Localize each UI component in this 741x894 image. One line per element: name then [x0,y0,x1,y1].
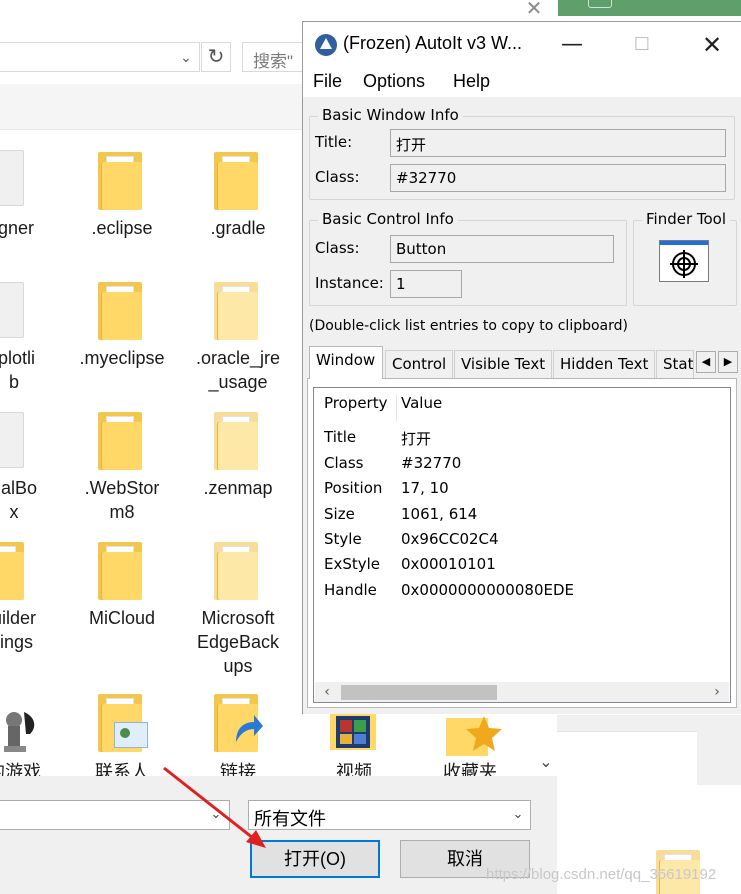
menu-options[interactable]: Options [363,71,425,92]
control-class-label: Class: [315,239,360,257]
title-bar[interactable]: (Frozen) AutoIt v3 W... — ☐ ✕ [303,22,741,69]
scroll-right-icon[interactable]: › [707,682,727,702]
value-cell[interactable]: 打开 [401,428,431,449]
autoit-window-info: (Frozen) AutoIt v3 W... — ☐ ✕ File Optio… [302,21,741,714]
column-header-property[interactable]: Property [324,394,387,412]
instance-label: Instance: [315,274,384,292]
tab-window[interactable]: Window [309,346,383,379]
autoit-app-icon [315,34,337,56]
column-separator[interactable] [396,394,397,422]
finder-tool-crosshair[interactable] [659,240,709,282]
control-class-field[interactable]: Button [390,235,614,263]
clipboard-hint: (Double-click list entries to copy to cl… [309,318,628,334]
window-title: (Frozen) AutoIt v3 W... [343,33,523,53]
property-cell[interactable]: Size [324,505,355,523]
group-legend: Finder Tool [642,210,731,228]
crosshair-icon [670,250,698,278]
value-cell[interactable]: 0x0000000000080EDE [401,581,574,599]
tab-hidden-text[interactable]: Hidden Text [553,350,655,378]
group-legend: Basic Control Info [318,210,458,228]
title-label: Title: [315,133,353,151]
property-cell[interactable]: ExStyle [324,555,380,573]
menu-file[interactable]: File [313,71,342,92]
window-title-field[interactable]: 打开 [390,129,726,157]
window-class-field[interactable]: #32770 [390,164,726,192]
value-cell[interactable]: 0x96CC02C4 [401,530,499,548]
tab-visible-text[interactable]: Visible Text [454,350,552,378]
property-cell[interactable]: Handle [324,581,377,599]
class-label: Class: [315,168,360,186]
maximize-icon[interactable]: ☐ [622,30,662,60]
menu-bar: File Options Help [303,69,741,97]
property-cell[interactable]: Position [324,479,382,497]
group-legend: Basic Window Info [318,106,463,124]
scroll-left-icon[interactable]: ‹ [317,682,337,702]
horizontal-scrollbar[interactable]: ‹ › [315,682,729,702]
tab-scroll-right-icon[interactable]: ▶ [718,351,738,373]
menu-help[interactable]: Help [453,71,490,92]
property-cell[interactable]: Style [324,530,362,548]
property-cell[interactable]: Class [324,454,363,472]
tab-control[interactable]: Control [385,350,453,378]
tab-status[interactable]: Stat [656,350,694,378]
basic-control-info-group: Basic Control Info [309,210,627,306]
minimize-icon[interactable]: — [552,30,592,60]
value-cell[interactable]: 0x00010101 [401,555,496,573]
value-cell[interactable]: 17, 10 [401,479,449,497]
column-header-value[interactable]: Value [401,394,442,412]
value-cell[interactable]: #32770 [401,454,461,472]
tab-panel-window: Property Value Title 打开 Class #32770 Pos… [307,378,737,708]
property-cell[interactable]: Title [324,428,356,446]
tab-scroll-left-icon[interactable]: ◀ [696,351,716,373]
scrollbar-thumb[interactable] [341,685,497,700]
property-list[interactable]: Property Value Title 打开 Class #32770 Pos… [313,387,731,703]
close-icon[interactable]: ✕ [692,30,732,60]
value-cell[interactable]: 1061, 614 [401,505,477,523]
instance-field[interactable]: 1 [390,270,462,298]
